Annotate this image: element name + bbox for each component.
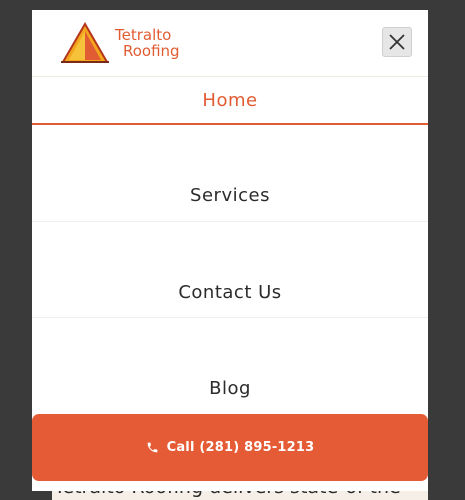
menu-item-home[interactable]: Home — [32, 77, 428, 125]
menu-item-blog[interactable]: Blog — [32, 318, 428, 408]
phone-icon — [147, 442, 157, 453]
close-icon — [389, 34, 405, 50]
menu-item-label: Blog — [209, 378, 251, 399]
brand-logo[interactable]: Tetralto Roofing — [61, 22, 180, 64]
brand-name-line1: Tetralto — [115, 26, 172, 44]
roof-logo-icon — [61, 22, 109, 63]
menu-item-label: Home — [202, 90, 258, 111]
menu-item-contact-us[interactable]: Contact Us — [32, 222, 428, 318]
brand-name: Tetralto Roofing — [115, 27, 180, 59]
close-menu-button[interactable] — [382, 27, 412, 57]
menu-item-label: Contact Us — [178, 282, 282, 303]
brand-name-line2: Roofing — [123, 42, 180, 60]
call-button[interactable]: Call (281) 895-1213 — [32, 414, 428, 481]
menu-item-label: Services — [190, 185, 270, 206]
menu-header: Tetralto Roofing — [32, 10, 428, 77]
menu-item-services[interactable]: Services — [32, 125, 428, 222]
call-button-label: Call (281) 895-1213 — [166, 440, 315, 455]
